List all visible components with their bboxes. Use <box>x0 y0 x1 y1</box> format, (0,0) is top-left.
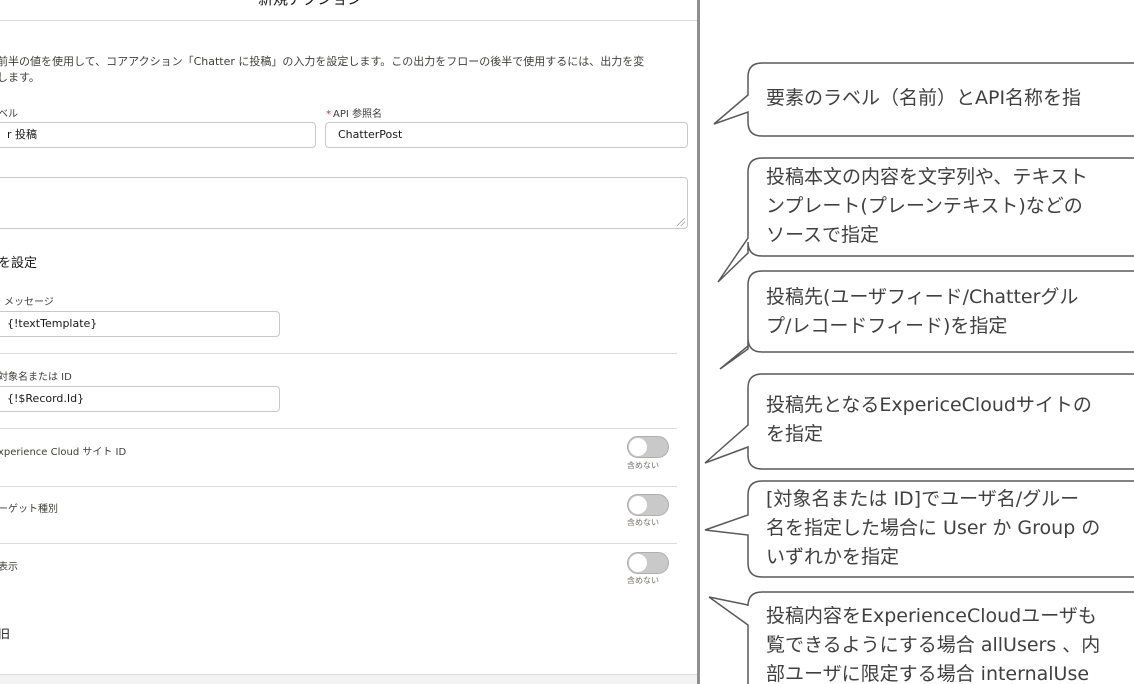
toggle-knob <box>629 554 647 572</box>
modal-header: 新規アクション <box>0 0 697 21</box>
bottom-section-label: 旧 <box>0 627 11 641</box>
toggle-label-target-type: ーゲット種別 <box>0 504 58 515</box>
toggle-target-type[interactable] <box>627 494 669 516</box>
modal-footer <box>0 674 697 684</box>
api-name-field-label: * API 参照名 <box>326 105 382 120</box>
callout-bubble <box>708 591 1134 684</box>
section-title: を設定 <box>0 256 38 271</box>
new-action-modal: 新規アクション 前半の値を使用して、コアアクション「Chatter に投稿」の入… <box>0 0 697 684</box>
callout-bubble <box>704 480 1134 578</box>
toggle-visibility[interactable] <box>627 552 669 574</box>
divider <box>0 486 677 487</box>
message-input[interactable]: {!textTemplate} <box>0 311 280 337</box>
callout-bubble <box>704 373 1134 470</box>
modal-title: 新規アクション <box>258 0 362 9</box>
divider <box>0 543 677 544</box>
api-name-label-text: API 参照名 <box>333 109 382 120</box>
message-field-label: メッセージ <box>4 297 54 308</box>
toggle-state-label: 含めない <box>627 518 659 527</box>
action-description: 前半の値を使用して、コアアクション「Chatter に投稿」の入力を設定します。… <box>0 55 645 84</box>
label-input[interactable]: r 投稿 <box>0 122 316 148</box>
callout-bubble <box>713 62 1134 137</box>
callout-bubble <box>717 157 1134 283</box>
api-name-input[interactable]: ChatterPost <box>325 122 688 148</box>
toggle-knob <box>629 438 647 456</box>
target-input[interactable]: {!$Record.Id} <box>0 386 280 412</box>
label-field-label: ベル <box>0 109 18 120</box>
toggle-label-site-id: xperience Cloud サイト ID <box>0 447 127 458</box>
toggle-site-id[interactable] <box>627 436 669 458</box>
target-field-label: 対象名または ID <box>0 372 72 383</box>
divider <box>0 353 677 354</box>
description-textarea[interactable] <box>0 177 688 229</box>
toggle-state-label: 含めない <box>627 461 659 470</box>
callout-shapes <box>704 62 1134 684</box>
divider <box>0 428 677 429</box>
required-marker: * <box>326 109 331 120</box>
toggle-label-visibility: 表示 <box>0 562 18 573</box>
toggle-state-label: 含めない <box>627 576 659 585</box>
toggle-knob <box>629 496 647 514</box>
callout-bubble <box>719 270 1134 370</box>
annotation-panel: 要素のラベル（名前）とAPI名称を指 投稿本文の内容を文字列や、テキスト ンプレ… <box>700 0 1134 684</box>
resize-handle[interactable] <box>677 218 685 226</box>
